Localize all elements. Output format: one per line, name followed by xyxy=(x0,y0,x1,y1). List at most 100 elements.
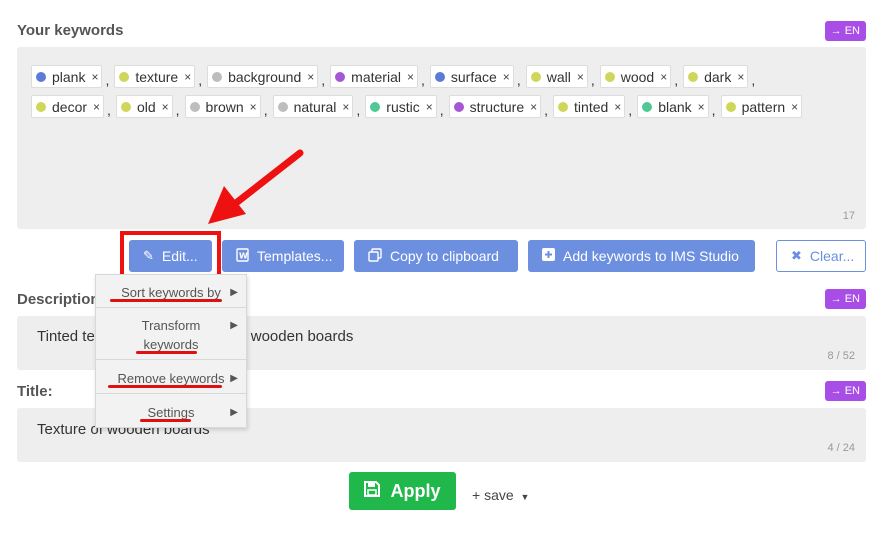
remove-keyword-icon[interactable]: × xyxy=(162,100,169,114)
keyword-label: old xyxy=(136,98,156,115)
remove-keyword-icon[interactable]: × xyxy=(93,100,100,114)
keyword-color-dot xyxy=(558,101,569,112)
keywords-translate-button[interactable]: → EN xyxy=(824,21,866,41)
keywords-box[interactable]: plank ×, texture ×, background ×, material ×, su… xyxy=(17,47,866,229)
remove-keyword-icon[interactable]: × xyxy=(577,70,584,84)
keyword-label: plank xyxy=(52,68,86,85)
keyword-chip[interactable]: wood × xyxy=(599,65,672,88)
save-dropdown-label: + save xyxy=(472,487,514,503)
keyword-item: material ×, xyxy=(330,65,430,88)
keyword-color-dot xyxy=(120,101,131,112)
keyword-chip[interactable]: dark × xyxy=(683,65,749,88)
keyword-separator: , xyxy=(356,102,361,118)
keyword-chip[interactable]: texture × xyxy=(114,65,196,88)
remove-keyword-icon[interactable]: × xyxy=(184,70,191,84)
edit-highlight-box xyxy=(120,231,221,278)
add-to-ims-studio-button[interactable]: Add keywords to IMS Studio xyxy=(528,240,755,272)
keyword-label: tinted xyxy=(574,98,609,115)
keyword-separator: , xyxy=(516,72,521,88)
remove-keyword-icon[interactable]: × xyxy=(530,100,537,114)
clear-button[interactable]: ✖ Clear... xyxy=(776,240,866,272)
description-section-title: Description: xyxy=(17,291,105,308)
keyword-item: wood ×, xyxy=(599,65,683,88)
menu-divider xyxy=(96,393,246,394)
keyword-chip[interactable]: tinted × xyxy=(553,95,626,118)
edit-dropdown-menu: Sort keywords by ▶ Transform keywords ▶ … xyxy=(95,274,247,428)
keyword-chip[interactable]: decor × xyxy=(31,95,105,118)
keyword-color-dot xyxy=(725,101,736,112)
remove-keyword-icon[interactable]: × xyxy=(660,70,667,84)
description-translate-button[interactable]: → EN xyxy=(824,289,866,309)
submenu-arrow-icon: ▶ xyxy=(230,287,238,298)
keyword-item: surface ×, xyxy=(429,65,526,88)
keyword-chip[interactable]: structure × xyxy=(448,95,542,118)
keyword-item: plank ×, xyxy=(31,65,114,88)
keyword-chip[interactable]: natural × xyxy=(272,95,354,118)
apply-button[interactable]: Apply xyxy=(349,472,456,510)
keyword-item: texture ×, xyxy=(114,65,207,88)
keyword-chip[interactable]: brown × xyxy=(184,95,261,118)
keyword-separator: , xyxy=(263,102,268,118)
keyword-separator: , xyxy=(321,72,326,88)
keyword-chip[interactable]: old × xyxy=(115,95,173,118)
keyword-chip[interactable]: background × xyxy=(207,65,319,88)
remove-keyword-icon[interactable]: × xyxy=(426,100,433,114)
close-icon: ✖ xyxy=(791,248,802,263)
apply-button-label: Apply xyxy=(390,480,441,501)
keyword-item: blank ×, xyxy=(637,95,720,118)
keyword-item: pattern × xyxy=(720,95,803,118)
title-section-title: Title: xyxy=(17,383,53,400)
clear-button-label: Clear... xyxy=(809,248,855,264)
keyword-chip[interactable]: material × xyxy=(330,65,418,88)
keyword-chip[interactable]: blank × xyxy=(637,95,709,118)
remove-keyword-icon[interactable]: × xyxy=(250,100,257,114)
keyword-color-dot xyxy=(189,101,200,112)
keyword-separator: , xyxy=(439,102,444,118)
menu-divider xyxy=(96,359,246,360)
keyword-label: surface xyxy=(450,68,497,85)
remove-keyword-icon[interactable]: × xyxy=(503,70,510,84)
title-translate-button[interactable]: → EN xyxy=(824,381,866,401)
templates-button[interactable]: W Templates... xyxy=(222,240,344,272)
remove-keyword-icon[interactable]: × xyxy=(407,70,414,84)
menu-divider xyxy=(96,307,246,308)
copy-to-clipboard-button[interactable]: Copy to clipboard xyxy=(354,240,518,272)
menu-item-transform-keywords[interactable]: Transform keywords ▶ xyxy=(96,316,246,354)
description-count: 8 / 52 xyxy=(827,350,855,362)
keyword-chip[interactable]: pattern × xyxy=(720,95,803,118)
keyword-color-dot xyxy=(688,71,699,82)
keyword-color-dot xyxy=(370,101,381,112)
keyword-separator: , xyxy=(674,72,679,88)
remove-keyword-icon[interactable]: × xyxy=(698,100,705,114)
copy-button-label: Copy to clipboard xyxy=(390,248,499,264)
red-underline-annotation xyxy=(110,299,222,302)
keyword-color-dot xyxy=(335,71,346,82)
remove-keyword-icon[interactable]: × xyxy=(342,100,349,114)
remove-keyword-icon[interactable]: × xyxy=(791,100,798,114)
keyword-chip[interactable]: wall × xyxy=(525,65,588,88)
add-button-label: Add keywords to IMS Studio xyxy=(563,248,739,264)
remove-keyword-icon[interactable]: × xyxy=(307,70,314,84)
keyword-chip[interactable]: rustic × xyxy=(365,95,437,118)
keyword-separator: , xyxy=(105,72,110,88)
remove-keyword-icon[interactable]: × xyxy=(614,100,621,114)
keyword-color-dot xyxy=(642,101,653,112)
remove-keyword-icon[interactable]: × xyxy=(91,70,98,84)
keyword-item: brown ×, xyxy=(184,95,273,118)
keyword-separator: , xyxy=(420,72,425,88)
keyword-chip[interactable]: plank × xyxy=(31,65,103,88)
keyword-color-dot xyxy=(604,71,615,82)
save-dropdown[interactable]: + save ▼ xyxy=(472,487,529,503)
menu-item-label: Transform keywords xyxy=(141,318,201,352)
keyword-chip[interactable]: surface × xyxy=(429,65,514,88)
keyword-label: structure xyxy=(469,98,525,115)
keyword-item: decor ×, xyxy=(31,95,116,118)
keyword-item: background ×, xyxy=(207,65,330,88)
keyword-label: wood xyxy=(620,68,655,85)
remove-keyword-icon[interactable]: × xyxy=(737,70,744,84)
keyword-separator: , xyxy=(628,102,633,118)
word-document-icon: W xyxy=(236,247,249,265)
submenu-arrow-icon: ▶ xyxy=(230,320,238,331)
keyword-item: old ×, xyxy=(115,95,185,118)
keyword-item: wall ×, xyxy=(525,65,600,88)
